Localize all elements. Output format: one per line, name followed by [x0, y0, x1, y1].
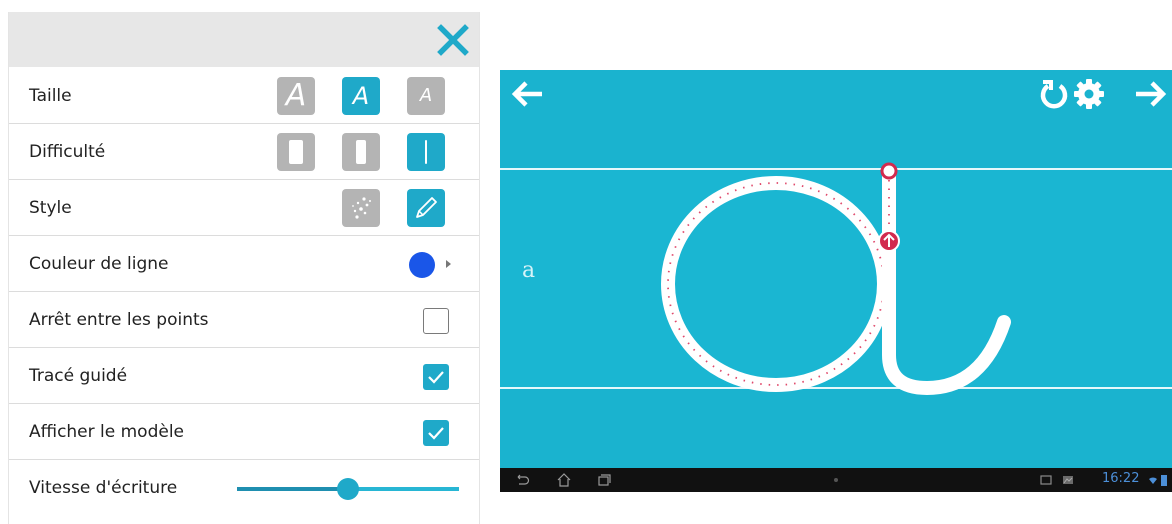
dropdown-arrow-icon[interactable] [446, 260, 451, 268]
size-small-option[interactable]: A [407, 77, 445, 115]
guided-trace-row: Tracé guidé [9, 348, 479, 404]
size-large-glyph: A [285, 78, 307, 113]
home-nav-icon[interactable] [556, 472, 572, 488]
writing-speed-row: Vitesse d'écriture [9, 460, 479, 516]
thick-line-icon [289, 140, 303, 164]
difficulty-row: Difficulté [9, 124, 479, 180]
reset-icon [1040, 80, 1068, 109]
slider-track-empty [348, 487, 459, 491]
settings-button[interactable] [1070, 75, 1108, 113]
slider-thumb[interactable] [337, 478, 359, 500]
size-row: Taille A A A [9, 68, 479, 124]
settings-panel: Taille A A A Difficulté Style Couleur de… [8, 12, 480, 524]
guided-trace-checkbox[interactable] [423, 364, 449, 390]
style-pencil-option[interactable] [407, 189, 445, 227]
checkmark-icon [428, 371, 444, 384]
line-color-row: Couleur de ligne [9, 236, 479, 292]
medium-line-icon [356, 140, 366, 164]
show-model-label: Afficher le modèle [29, 422, 185, 442]
difficulty-hard-option[interactable] [407, 133, 445, 171]
style-row: Style [9, 180, 479, 236]
size-medium-option[interactable]: A [342, 77, 380, 115]
show-model-row: Afficher le modèle [9, 404, 479, 460]
slider-track-filled [237, 487, 348, 491]
writing-speed-slider[interactable] [237, 474, 459, 504]
close-button[interactable] [433, 20, 473, 60]
system-nav-bar: 16:22 [500, 468, 1172, 492]
gallery-icon [1063, 476, 1073, 484]
difficulty-medium-option[interactable] [342, 133, 380, 171]
screenshot-icon [1040, 475, 1052, 485]
style-label: Style [29, 198, 72, 218]
status-time: 16:22 [1102, 471, 1140, 486]
show-model-checkbox[interactable] [423, 420, 449, 446]
arrow-right-icon [1136, 81, 1167, 107]
size-medium-glyph: A [352, 82, 370, 110]
pencil-icon [416, 197, 437, 218]
guided-trace-label: Tracé guidé [29, 366, 128, 386]
checkmark-icon [428, 427, 444, 440]
back-button[interactable] [508, 76, 548, 112]
difficulty-label: Difficulté [29, 142, 106, 162]
difficulty-easy-option[interactable] [277, 133, 315, 171]
stop-between-points-label: Arrêt entre les points [29, 310, 209, 330]
letter-trace [661, 162, 1011, 396]
close-icon [437, 24, 469, 56]
thin-line-icon [425, 140, 427, 164]
stop-between-points-checkbox[interactable] [423, 308, 449, 334]
settings-header [9, 12, 479, 67]
wifi-icon [1149, 477, 1157, 484]
size-large-option[interactable]: A [277, 77, 315, 115]
battery-icon [1161, 475, 1167, 486]
gear-icon [1074, 79, 1104, 109]
writing-screen: a 16:22 [500, 70, 1172, 492]
start-point-marker [880, 162, 898, 180]
back-nav-icon[interactable] [514, 472, 530, 488]
line-color-label: Couleur de ligne [29, 254, 169, 274]
letter-stem-stroke [882, 163, 1011, 396]
size-small-glyph: A [419, 85, 433, 106]
recent-apps-nav-icon[interactable] [596, 472, 612, 488]
stop-between-points-row: Arrêt entre les points [9, 292, 479, 348]
line-color-swatch[interactable] [409, 252, 435, 278]
writing-speed-label: Vitesse d'écriture [29, 478, 178, 498]
reset-button[interactable] [1036, 76, 1072, 112]
size-label: Taille [29, 86, 72, 106]
style-sparkle-option[interactable] [342, 189, 380, 227]
next-button[interactable] [1132, 76, 1172, 112]
sparkle-icon [352, 197, 371, 219]
menu-dot-icon[interactable] [834, 478, 838, 482]
arrow-left-icon [511, 81, 542, 107]
letter-bowl-stroke [661, 176, 891, 392]
